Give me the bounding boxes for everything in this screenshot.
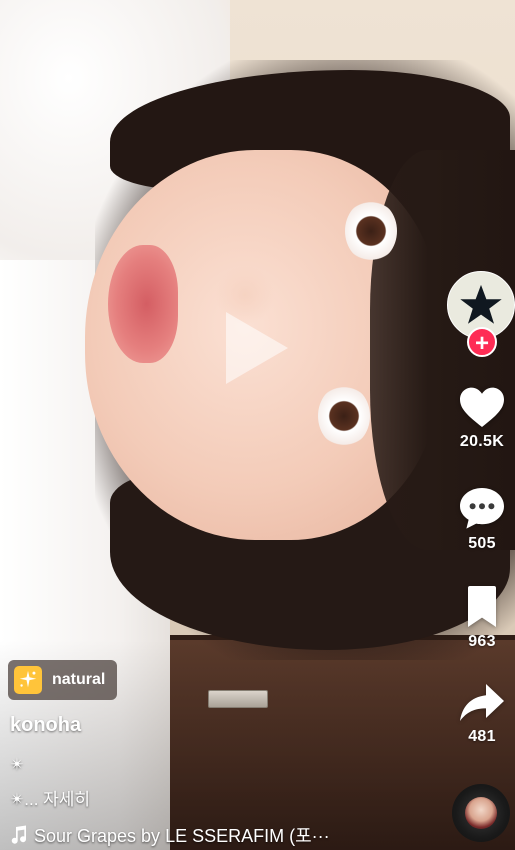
music-title: Sour Grapes by LE SSERAFIM (포··· (34, 826, 330, 846)
eye-left (345, 200, 397, 262)
music-link[interactable]: Sour Grapes by LE SSERAFIM (포··· (10, 822, 330, 848)
music-disc-cover (465, 797, 497, 829)
effect-label: natural (52, 671, 106, 688)
plus-icon: + (474, 330, 489, 357)
music-disc-icon[interactable] (452, 784, 510, 842)
caption-line-1: ✴︎ (10, 755, 25, 774)
share-button[interactable]: 481 (450, 682, 514, 746)
comment-button[interactable]: 505 (450, 485, 514, 553)
effect-tag[interactable]: natural (8, 660, 118, 700)
like-count: 20.5K (459, 433, 505, 450)
caption-line-2[interactable]: ✴︎... 자세히 (10, 785, 90, 810)
comment-bubble-icon (460, 488, 504, 529)
heart-icon (460, 387, 504, 427)
bookmark-count: 963 (468, 633, 496, 650)
share-arrow-icon (460, 684, 504, 721)
play-icon[interactable] (226, 312, 288, 384)
creator-avatar-group[interactable]: + (447, 271, 515, 357)
bookmark-icon (468, 586, 496, 627)
lips (108, 245, 178, 363)
star-icon (460, 284, 502, 324)
share-count: 481 (468, 728, 496, 745)
eye-right (318, 385, 370, 447)
creator-username[interactable]: konoha (10, 714, 81, 737)
bookmark-button[interactable]: 963 (450, 585, 514, 651)
follow-button[interactable]: + (467, 327, 497, 357)
music-note-icon (11, 825, 27, 844)
sparkle-icon (14, 666, 42, 694)
comment-count: 505 (468, 535, 496, 552)
like-button[interactable]: 20.5K (450, 385, 514, 451)
